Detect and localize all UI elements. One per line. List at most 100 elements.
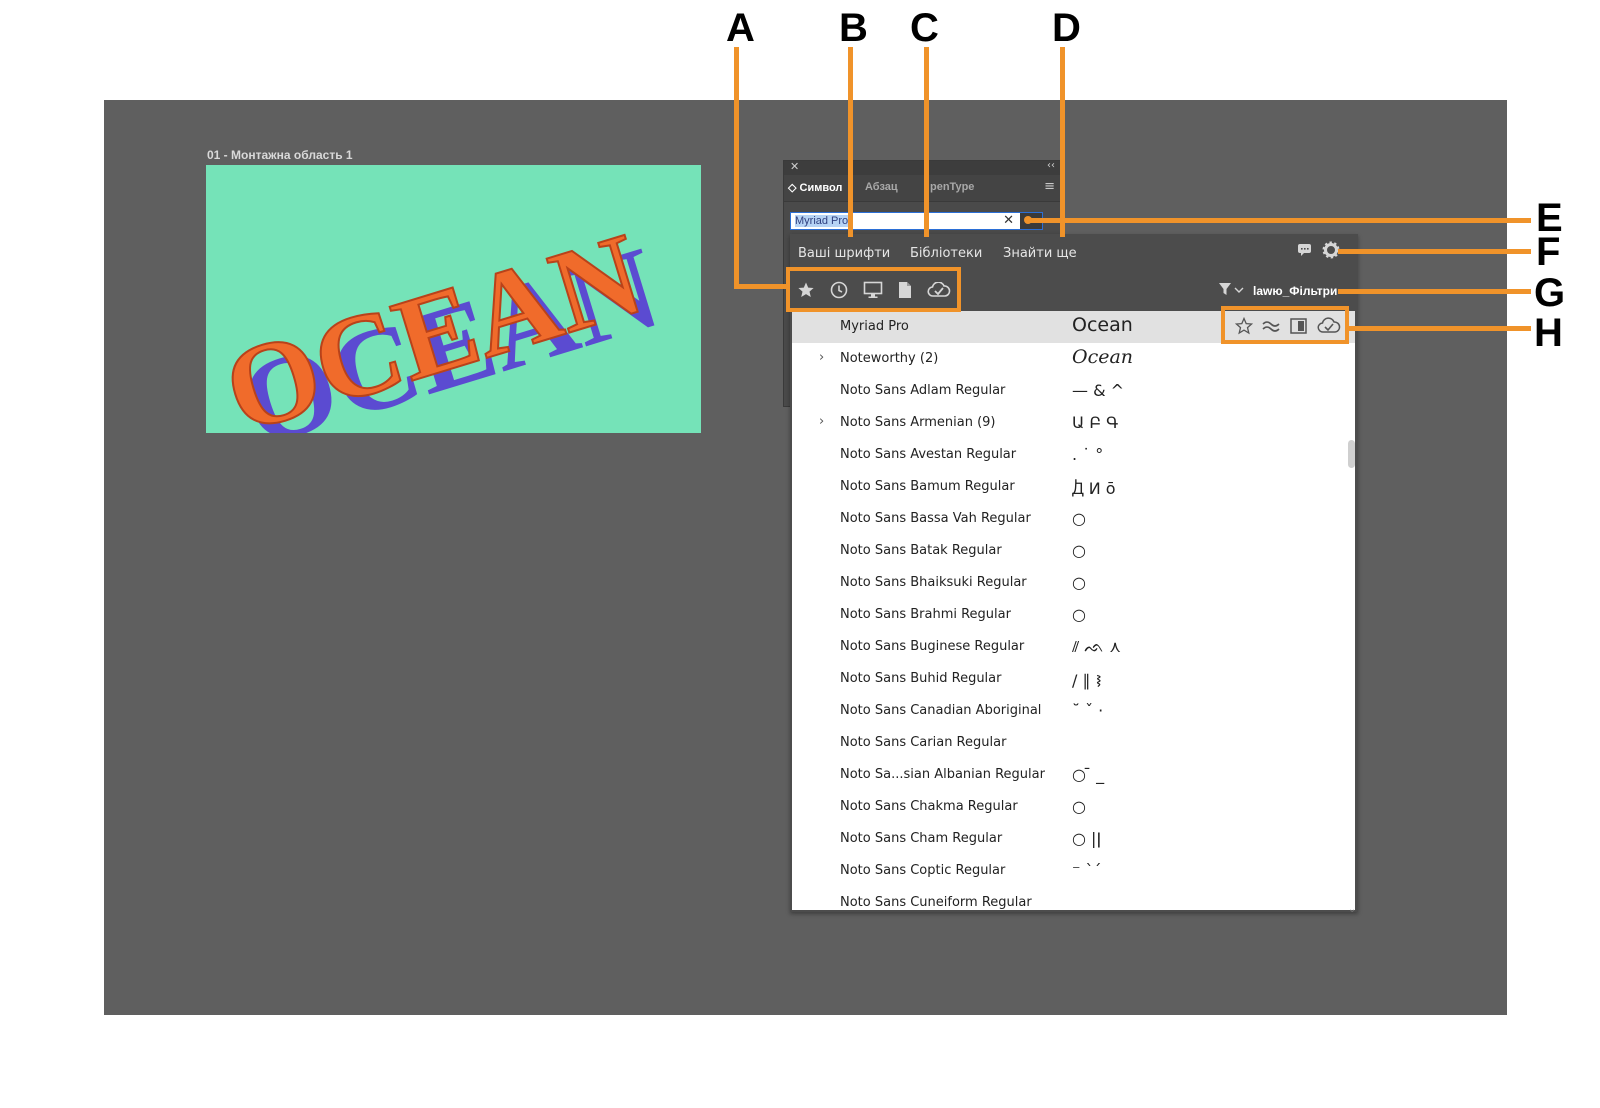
font-family-value: Myriad Pro (795, 215, 849, 227)
font-row[interactable]: › Noto Sans Armenian (9) Ա Բ Գ (792, 407, 1355, 439)
font-row[interactable]: Noto Sans Buhid Regular / ∥ ᝢ (792, 663, 1355, 695)
callout-line-h (1345, 326, 1531, 331)
font-sample: . ˙ ° (1072, 445, 1104, 464)
font-row[interactable]: Noto Sans Avestan Regular . ˙ ° (792, 439, 1355, 471)
ocean-text: OCEAN (210, 208, 656, 433)
tab-libraries[interactable]: Бібліотеки (910, 246, 982, 261)
font-name: Noto Sans Carian Regular (840, 735, 1007, 750)
font-sample: ○ (1072, 605, 1086, 624)
font-name: Noto Sans Canadian Aboriginal (840, 703, 1042, 718)
font-name: Noto Sans Chakma Regular (840, 799, 1018, 814)
font-sample: ○ |ǀ (1072, 829, 1102, 848)
font-row[interactable]: › Noteworthy (2) Ocean (792, 343, 1355, 375)
font-name: Noto Sans Bassa Vah Regular (840, 511, 1031, 526)
clear-icon[interactable]: ✕ (1003, 213, 1014, 228)
tab-paragraph[interactable]: Абзац (865, 181, 898, 193)
comment-icon[interactable] (1297, 243, 1313, 257)
tab-your-fonts[interactable]: Ваші шрифти (798, 246, 890, 261)
callout-line-f (1338, 249, 1531, 254)
font-name: Noto Sans Cham Regular (840, 831, 1003, 846)
font-sample: Ocean (1072, 314, 1133, 336)
callout-line-e (1026, 218, 1531, 223)
callout-letter-g: G (1534, 271, 1566, 315)
font-row[interactable]: Noto Sans Bassa Vah Regular ○ (792, 503, 1355, 535)
font-row[interactable]: Noto Sans Cham Regular ○ |ǀ (792, 823, 1355, 855)
font-row[interactable]: Noto Sans Batak Regular ○ (792, 535, 1355, 567)
collapse-icon[interactable]: ‹‹ (1047, 160, 1055, 171)
callout-line-c (924, 47, 929, 237)
callout-letter-c: C (910, 6, 939, 50)
callout-box-h (1221, 306, 1349, 344)
font-sample: ○ ̄ _ (1072, 765, 1105, 784)
callout-letter-a: A (726, 6, 755, 50)
font-row[interactable]: Noto Sa...sian Albanian Regular ○ ̄ _ (792, 759, 1355, 791)
callout-line-b (848, 47, 853, 237)
callout-line-a-h (734, 284, 790, 289)
font-sample: ○ (1072, 797, 1086, 816)
filters-label[interactable]: lawю_Фільтри (1253, 284, 1337, 298)
callout-line-a (734, 47, 739, 288)
font-name: Noto Sans Buginese Regular (840, 639, 1025, 654)
font-name: Noto Sans Armenian (9) (840, 415, 996, 430)
artboard[interactable]: OCEAN OCEAN (206, 165, 701, 433)
tab-opentype[interactable]: penType (930, 181, 974, 193)
font-sample: Ꚁ И ō (1072, 479, 1116, 498)
font-sample: ○ (1072, 541, 1086, 560)
font-row[interactable]: Noto Sans Canadian Aboriginal ˘ ˇ · (792, 695, 1355, 727)
font-row[interactable]: Noto Sans Buginese Regular ⫽ ᨒ ⋏ (792, 631, 1355, 663)
font-sample: ˘ ˇ · (1072, 701, 1104, 720)
artboard-label: 01 - Монтажна область 1 (207, 148, 353, 162)
font-name: Noto Sans Adlam Regular (840, 383, 1006, 398)
font-name: Noto Sans Coptic Regular (840, 863, 1006, 878)
font-name: Noto Sans Cuneiform Regular (840, 895, 1032, 910)
font-row[interactable]: Noto Sans Chakma Regular ○ (792, 791, 1355, 823)
font-row[interactable]: Noto Sans Carian Regular (792, 727, 1355, 759)
chevron-right-icon[interactable]: › (819, 414, 824, 429)
font-name: Myriad Pro (840, 319, 909, 334)
font-sample: Ա Բ Գ (1072, 413, 1119, 432)
font-name: Noto Sans Bamum Regular (840, 479, 1015, 494)
tab-find-more[interactable]: Знайти ще (1003, 246, 1077, 261)
chevron-down-icon[interactable] (1234, 286, 1244, 294)
font-row[interactable]: Noto Sans Adlam Regular — & ^ (792, 375, 1355, 407)
callout-letter-f: F (1536, 230, 1561, 274)
font-row[interactable]: Noto Sans Bhaiksuki Regular ○ (792, 567, 1355, 599)
font-name: Noto Sans Brahmi Regular (840, 607, 1011, 622)
scroll-down-icon[interactable]: ⌄ (1348, 904, 1356, 915)
font-name: Noto Sans Bhaiksuki Regular (840, 575, 1027, 590)
font-name: Noto Sans Batak Regular (840, 543, 1002, 558)
callout-box-a (786, 267, 961, 312)
font-name: Noto Sans Avestan Regular (840, 447, 1017, 462)
font-row[interactable]: Noto Sans Brahmi Regular ○ (792, 599, 1355, 631)
callout-line-g (1338, 289, 1531, 294)
font-name: Noto Sans Buhid Regular (840, 671, 1002, 686)
callout-letter-b: B (839, 6, 868, 50)
font-row[interactable]: Noto Sans Bamum Regular Ꚁ И ō (792, 471, 1355, 503)
font-sample: ⫽ ᨒ ⋏ (1072, 637, 1121, 656)
ocean-artwork: OCEAN OCEAN (209, 207, 673, 433)
font-family-field[interactable]: Myriad Pro ✕ (790, 212, 1043, 230)
callout-dot-e (1024, 216, 1032, 224)
font-sample: ⁻ ˋˊ (1072, 861, 1102, 880)
callout-line-d (1060, 47, 1065, 237)
font-row[interactable]: Noto Sans Coptic Regular ⁻ ˋˊ (792, 855, 1355, 887)
font-sample: Ocean (1072, 346, 1134, 368)
chevron-right-icon[interactable]: › (819, 350, 824, 365)
callout-letter-d: D (1052, 6, 1081, 50)
font-sample: ○ (1072, 509, 1086, 528)
font-list: Myriad Pro Ocean › Noteworthy (2) Ocean … (792, 311, 1355, 910)
panel-tabs: ◇ Символ Абзац penType ≡ (784, 175, 1061, 202)
font-name: Noto Sa...sian Albanian Regular (840, 767, 1045, 782)
close-icon[interactable]: ✕ (790, 160, 799, 173)
callout-letter-h: H (1534, 311, 1563, 355)
panel-menu-icon[interactable]: ≡ (1044, 179, 1055, 194)
font-sample: / ∥ ᝢ (1072, 671, 1102, 690)
panel-titlebar: ✕ ‹‹ (784, 160, 1061, 175)
font-sample: — & ^ (1072, 381, 1125, 400)
font-row[interactable]: Noto Sans Cuneiform Regular (792, 887, 1355, 910)
tab-character[interactable]: ◇ Символ (788, 181, 842, 194)
scrollbar-thumb[interactable] (1348, 440, 1355, 468)
filter-icon[interactable] (1219, 283, 1231, 295)
font-name: Noteworthy (2) (840, 351, 939, 366)
font-sample: ○ (1072, 573, 1086, 592)
